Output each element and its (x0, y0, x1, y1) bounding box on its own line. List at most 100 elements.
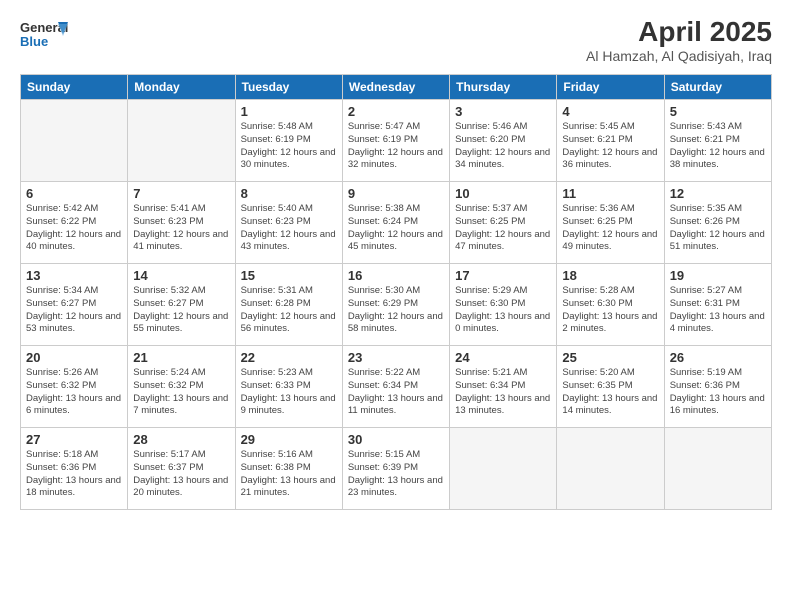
day-cell (664, 428, 771, 510)
day-detail: Sunrise: 5:43 AMSunset: 6:21 PMDaylight:… (670, 121, 766, 172)
day-detail: Sunrise: 5:47 AMSunset: 6:19 PMDaylight:… (348, 121, 444, 172)
day-cell: 16 Sunrise: 5:30 AMSunset: 6:29 PMDayligh… (342, 264, 449, 346)
month-title: April 2025 (586, 16, 772, 48)
day-detail: Sunrise: 5:27 AMSunset: 6:31 PMDaylight:… (670, 285, 766, 336)
weekday-tuesday: Tuesday (235, 75, 342, 100)
week-row-4: 27 Sunrise: 5:18 AMSunset: 6:36 PMDayligh… (21, 428, 772, 510)
day-detail: Sunrise: 5:48 AMSunset: 6:19 PMDaylight:… (241, 121, 337, 172)
week-row-3: 20Sunrise: 5:26 AMSunset: 6:32 PMDayligh… (21, 346, 772, 428)
calendar-body: 1 Sunrise: 5:48 AMSunset: 6:19 PMDaylight… (21, 100, 772, 510)
day-detail: Sunrise: 5:41 AMSunset: 6:23 PMDaylight:… (133, 203, 229, 254)
day-cell: 13 Sunrise: 5:34 AMSunset: 6:27 PMDayligh… (21, 264, 128, 346)
day-number: 16 (348, 268, 444, 283)
day-detail: Sunrise: 5:19 AMSunset: 6:36 PMDaylight:… (670, 367, 766, 418)
day-cell: 1 Sunrise: 5:48 AMSunset: 6:19 PMDaylight… (235, 100, 342, 182)
day-cell: 5Sunrise: 5:43 AMSunset: 6:21 PMDaylight… (664, 100, 771, 182)
day-cell: 28 Sunrise: 5:17 AMSunset: 6:37 PMDayligh… (128, 428, 235, 510)
day-cell: 4 Sunrise: 5:45 AMSunset: 6:21 PMDaylight… (557, 100, 664, 182)
day-number: 2 (348, 104, 444, 119)
day-cell: 19 Sunrise: 5:27 AMSunset: 6:31 PMDayligh… (664, 264, 771, 346)
day-detail: Sunrise: 5:36 AMSunset: 6:25 PMDaylight:… (562, 203, 658, 254)
day-cell: 30Sunrise: 5:15 AMSunset: 6:39 PMDayligh… (342, 428, 449, 510)
day-number: 23 (348, 350, 444, 365)
day-number: 4 (562, 104, 658, 119)
weekday-monday: Monday (128, 75, 235, 100)
day-detail: Sunrise: 5:31 AMSunset: 6:28 PMDaylight:… (241, 285, 337, 336)
day-number: 11 (562, 186, 658, 201)
day-cell: 24Sunrise: 5:21 AMSunset: 6:34 PMDayligh… (450, 346, 557, 428)
day-detail: Sunrise: 5:35 AMSunset: 6:26 PMDaylight:… (670, 203, 766, 254)
day-cell: 14 Sunrise: 5:32 AMSunset: 6:27 PMDayligh… (128, 264, 235, 346)
day-detail: Sunrise: 5:32 AMSunset: 6:27 PMDaylight:… (133, 285, 229, 336)
title-block: April 2025 Al Hamzah, Al Qadisiyah, Iraq (586, 16, 772, 64)
day-number: 9 (348, 186, 444, 201)
day-number: 14 (133, 268, 229, 283)
day-cell (21, 100, 128, 182)
weekday-sunday: Sunday (21, 75, 128, 100)
day-detail: Sunrise: 5:18 AMSunset: 6:36 PMDaylight:… (26, 449, 122, 500)
day-number: 15 (241, 268, 337, 283)
day-cell (450, 428, 557, 510)
day-number: 21 (133, 350, 229, 365)
day-cell: 25Sunrise: 5:20 AMSunset: 6:35 PMDayligh… (557, 346, 664, 428)
day-number: 8 (241, 186, 337, 201)
day-number: 10 (455, 186, 551, 201)
day-cell: 26 Sunrise: 5:19 AMSunset: 6:36 PMDayligh… (664, 346, 771, 428)
day-number: 27 (26, 432, 122, 447)
day-cell: 11 Sunrise: 5:36 AMSunset: 6:25 PMDayligh… (557, 182, 664, 264)
day-detail: Sunrise: 5:30 AMSunset: 6:29 PMDaylight:… (348, 285, 444, 336)
day-detail: Sunrise: 5:16 AMSunset: 6:38 PMDaylight:… (241, 449, 337, 500)
day-number: 24 (455, 350, 551, 365)
day-cell: 23Sunrise: 5:22 AMSunset: 6:34 PMDayligh… (342, 346, 449, 428)
day-number: 28 (133, 432, 229, 447)
day-detail: Sunrise: 5:38 AMSunset: 6:24 PMDaylight:… (348, 203, 444, 254)
header: General Blue April 2025 Al Hamzah, Al Qa… (20, 16, 772, 64)
day-cell: 15 Sunrise: 5:31 AMSunset: 6:28 PMDayligh… (235, 264, 342, 346)
day-cell: 29 Sunrise: 5:16 AMSunset: 6:38 PMDayligh… (235, 428, 342, 510)
day-cell: 22 Sunrise: 5:23 AMSunset: 6:33 PMDayligh… (235, 346, 342, 428)
day-detail: Sunrise: 5:40 AMSunset: 6:23 PMDaylight:… (241, 203, 337, 254)
day-cell: 8 Sunrise: 5:40 AMSunset: 6:23 PMDaylight… (235, 182, 342, 264)
day-number: 30 (348, 432, 444, 447)
day-number: 20 (26, 350, 122, 365)
day-number: 1 (241, 104, 337, 119)
day-number: 22 (241, 350, 337, 365)
day-detail: Sunrise: 5:24 AMSunset: 6:32 PMDaylight:… (133, 367, 229, 418)
day-cell (128, 100, 235, 182)
weekday-wednesday: Wednesday (342, 75, 449, 100)
day-number: 19 (670, 268, 766, 283)
day-cell: 6Sunrise: 5:42 AMSunset: 6:22 PMDaylight… (21, 182, 128, 264)
day-detail: Sunrise: 5:37 AMSunset: 6:25 PMDaylight:… (455, 203, 551, 254)
day-cell: 7Sunrise: 5:41 AMSunset: 6:23 PMDaylight… (128, 182, 235, 264)
day-number: 25 (562, 350, 658, 365)
week-row-2: 13 Sunrise: 5:34 AMSunset: 6:27 PMDayligh… (21, 264, 772, 346)
day-cell: 12Sunrise: 5:35 AMSunset: 6:26 PMDayligh… (664, 182, 771, 264)
day-cell: 2 Sunrise: 5:47 AMSunset: 6:19 PMDaylight… (342, 100, 449, 182)
calendar-table: SundayMondayTuesdayWednesdayThursdayFrid… (20, 74, 772, 510)
day-number: 13 (26, 268, 122, 283)
location-title: Al Hamzah, Al Qadisiyah, Iraq (586, 48, 772, 64)
weekday-header-row: SundayMondayTuesdayWednesdayThursdayFrid… (21, 75, 772, 100)
day-number: 3 (455, 104, 551, 119)
day-detail: Sunrise: 5:45 AMSunset: 6:21 PMDaylight:… (562, 121, 658, 172)
day-number: 18 (562, 268, 658, 283)
day-detail: Sunrise: 5:17 AMSunset: 6:37 PMDaylight:… (133, 449, 229, 500)
day-detail: Sunrise: 5:34 AMSunset: 6:27 PMDaylight:… (26, 285, 122, 336)
day-cell: 20Sunrise: 5:26 AMSunset: 6:32 PMDayligh… (21, 346, 128, 428)
day-number: 17 (455, 268, 551, 283)
day-number: 26 (670, 350, 766, 365)
week-row-1: 6Sunrise: 5:42 AMSunset: 6:22 PMDaylight… (21, 182, 772, 264)
day-number: 29 (241, 432, 337, 447)
day-number: 6 (26, 186, 122, 201)
weekday-saturday: Saturday (664, 75, 771, 100)
weekday-friday: Friday (557, 75, 664, 100)
page: General Blue April 2025 Al Hamzah, Al Qa… (0, 0, 792, 612)
logo: General Blue (20, 16, 68, 59)
day-cell: 18Sunrise: 5:28 AMSunset: 6:30 PMDayligh… (557, 264, 664, 346)
day-detail: Sunrise: 5:46 AMSunset: 6:20 PMDaylight:… (455, 121, 551, 172)
day-detail: Sunrise: 5:23 AMSunset: 6:33 PMDaylight:… (241, 367, 337, 418)
day-cell (557, 428, 664, 510)
day-detail: Sunrise: 5:29 AMSunset: 6:30 PMDaylight:… (455, 285, 551, 336)
day-cell: 9 Sunrise: 5:38 AMSunset: 6:24 PMDaylight… (342, 182, 449, 264)
day-cell: 17 Sunrise: 5:29 AMSunset: 6:30 PMDayligh… (450, 264, 557, 346)
